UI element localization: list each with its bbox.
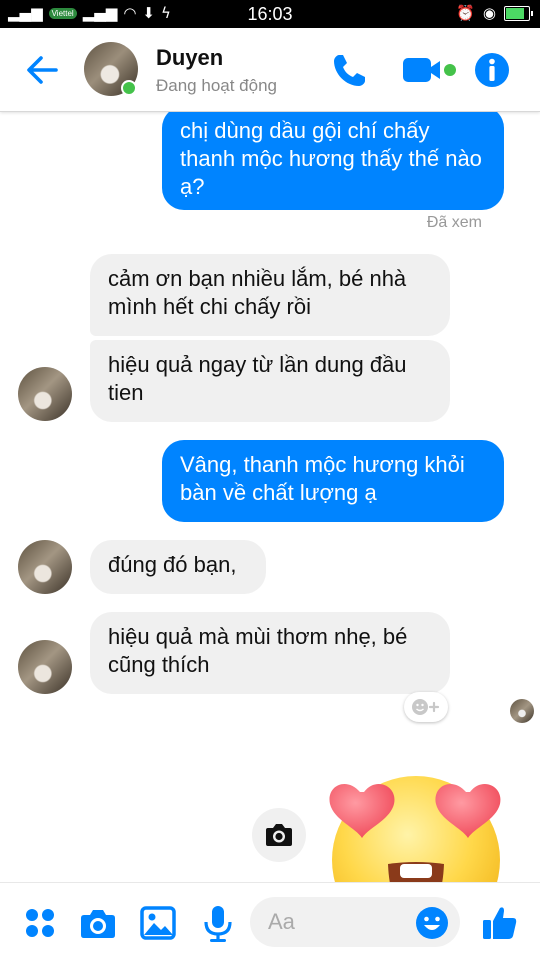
camera-icon[interactable] [252,808,306,862]
alarm-icon: ⏰ [456,4,475,22]
heart-eyes-emoji-icon[interactable] [326,764,506,882]
message-outgoing[interactable]: Vâng, thanh mộc hương khỏi bàn về chất l… [162,440,504,522]
battery-icon [504,5,533,21]
status-right: ⏰ ◉ [456,4,533,22]
message-incoming[interactable]: hiệu quả mà mùi thơm nhẹ, bé cũng thích [90,612,450,694]
contact-avatar-small[interactable] [18,640,72,694]
chat-header: Duyen Đang hoạt động [0,28,540,112]
add-reaction-icon[interactable] [404,692,448,722]
microphone-icon[interactable] [198,903,238,943]
back-arrow-icon[interactable] [22,50,62,90]
eye-icon: ◉ [482,4,496,22]
more-apps-icon[interactable] [20,903,60,943]
video-call-icon[interactable] [400,50,460,90]
phone-icon[interactable] [330,50,370,90]
online-indicator [121,80,137,96]
contact-avatar-small[interactable] [18,367,72,421]
gallery-icon[interactable] [138,903,178,943]
message-input-box[interactable] [250,897,460,947]
message-outgoing[interactable]: chị dùng dầu gội chí chấy thanh mộc hươn… [162,112,504,210]
emoji-icon[interactable] [414,905,450,941]
contact-avatar-small[interactable] [18,540,72,594]
message-incoming[interactable]: hiệu quả ngay từ lần dung đầu tien [90,340,450,422]
message-input[interactable] [268,908,408,936]
read-receipt-avatar [510,699,534,723]
info-icon[interactable] [472,50,512,90]
message-incoming[interactable]: cảm ơn bạn nhiều lắm, bé nhà mình hết ch… [90,254,450,336]
camera-icon[interactable] [78,903,118,943]
thumbs-up-icon[interactable] [480,903,520,943]
seen-label: Đã xem [426,214,482,231]
contact-name[interactable]: Duyen [156,45,223,71]
message-list[interactable]: chị dùng dầu gội chí chấy thanh mộc hươn… [0,112,540,882]
status-bar: ▂▄▆ Viettel ▂▄▆ ◠ ⬇ ϟ 16:03 ⏰ ◉ [0,0,540,28]
composer-bar [0,882,540,960]
message-incoming[interactable]: đúng đó bạn, [90,540,266,594]
contact-status: Đang hoạt động [156,76,277,95]
